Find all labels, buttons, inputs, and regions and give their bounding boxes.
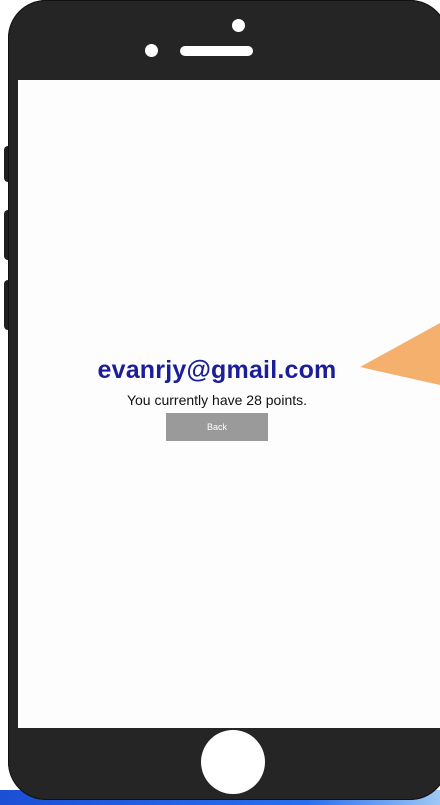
- back-button[interactable]: Back: [166, 413, 268, 441]
- home-button[interactable]: [201, 730, 265, 794]
- front-camera: [232, 19, 245, 32]
- pointer-shape: [360, 323, 440, 385]
- user-email: evanrjy@gmail.com: [97, 356, 337, 384]
- points-message: You currently have 28 points.: [126, 392, 308, 408]
- proximity-sensor: [145, 44, 158, 57]
- earpiece-speaker: [180, 46, 253, 56]
- stage: evanrjy@gmail.com You currently have 28 …: [0, 0, 440, 805]
- profile-panel: evanrjy@gmail.com You currently have 28 …: [18, 355, 416, 441]
- arrow-pointer-icon: [360, 323, 440, 385]
